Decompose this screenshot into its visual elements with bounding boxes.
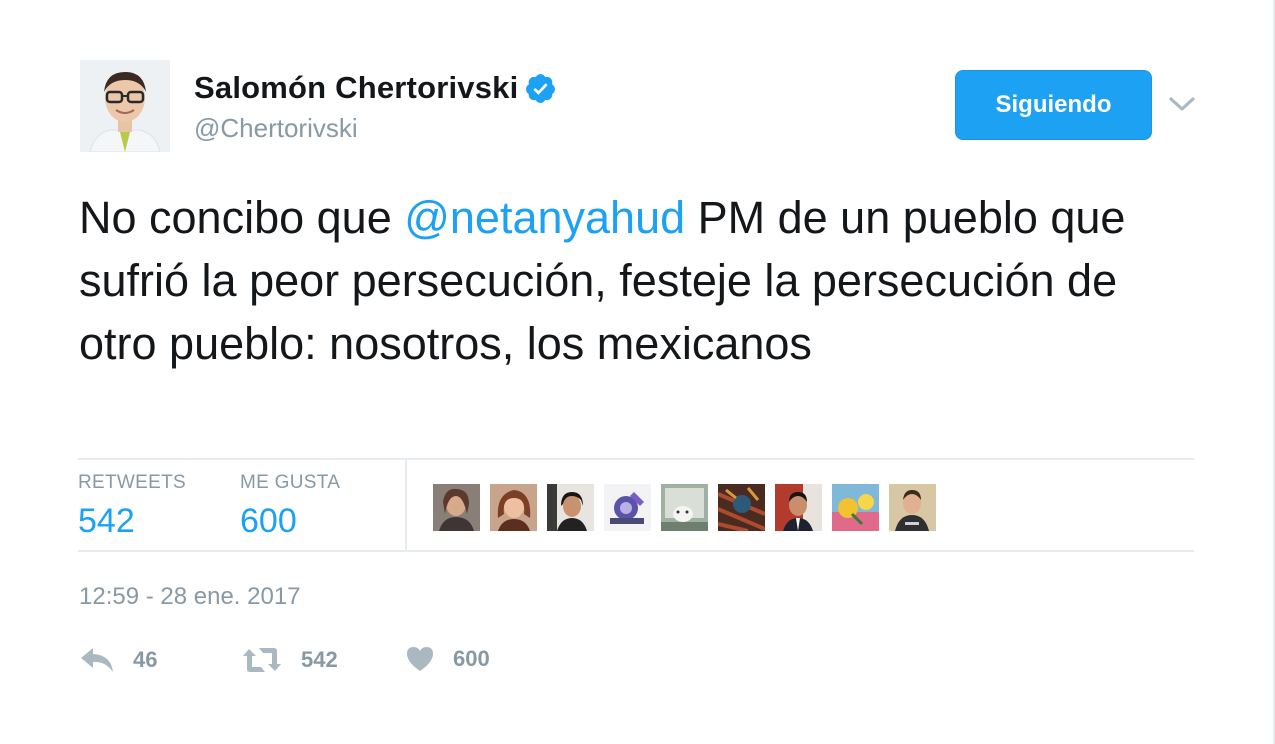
likes-stat[interactable]: ME GUSTA 600 — [240, 472, 340, 541]
heart-icon — [405, 645, 435, 673]
retweets-stat[interactable]: RETWEETS 542 — [78, 472, 186, 541]
tweet-timestamp[interactable]: 12:59 - 28 ene. 2017 — [79, 583, 301, 611]
verified-badge-icon — [524, 72, 557, 105]
likes-count: 600 — [240, 502, 297, 540]
author-name-row: Salomón Chertorivski — [194, 70, 557, 106]
reply-action[interactable]: 46 — [79, 645, 157, 675]
liker-avatar[interactable] — [832, 484, 879, 531]
retweet-icon — [241, 645, 283, 675]
tweet-card: Salomón Chertorivski @Chertorivski Sigui… — [0, 0, 1275, 744]
reply-icon — [79, 645, 115, 675]
author-avatar[interactable] — [80, 60, 170, 152]
liker-avatar[interactable] — [433, 484, 480, 531]
likers-avatar-list — [433, 484, 936, 531]
liker-avatar[interactable] — [661, 484, 708, 531]
retweets-count: 542 — [78, 502, 135, 540]
liker-avatar[interactable] — [718, 484, 765, 531]
liker-avatar[interactable] — [604, 484, 651, 531]
stats-divider — [405, 460, 407, 552]
author-handle[interactable]: @Chertorivski — [194, 113, 358, 144]
reply-count: 46 — [133, 647, 158, 672]
retweet-action[interactable]: 542 — [241, 645, 338, 675]
mention-link[interactable]: @netanyahud — [404, 192, 685, 243]
tweet-text-part: No concibo que — [79, 192, 405, 243]
chevron-down-icon[interactable] — [1168, 92, 1196, 116]
likes-label: ME GUSTA — [240, 472, 341, 493]
tweet-text: No concibo que @netanyahud PM de un pueb… — [79, 186, 1189, 375]
liker-avatar[interactable] — [490, 484, 537, 531]
liker-avatar[interactable] — [775, 484, 822, 531]
like-count: 600 — [453, 646, 490, 671]
author-display-name[interactable]: Salomón Chertorivski — [194, 70, 518, 106]
retweet-count: 542 — [301, 647, 338, 672]
liker-avatar[interactable] — [889, 484, 936, 531]
like-action[interactable]: 600 — [405, 645, 490, 673]
tweet-stats: RETWEETS 542 ME GUSTA 600 — [78, 458, 1194, 552]
retweets-label: RETWEETS — [78, 472, 186, 493]
following-button[interactable]: Siguiendo — [955, 70, 1152, 140]
avatar-portrait — [80, 60, 170, 152]
liker-avatar[interactable] — [547, 484, 594, 531]
